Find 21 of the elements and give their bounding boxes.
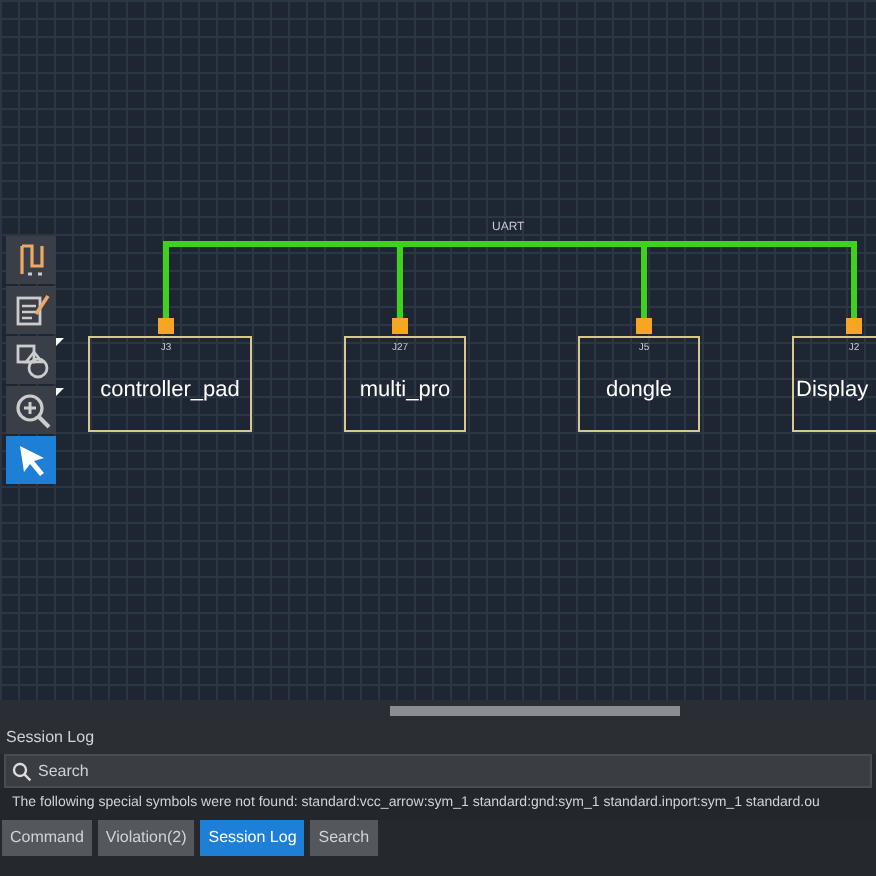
flyout-indicator-icon — [56, 388, 64, 396]
search-icon — [12, 762, 32, 782]
panel-tab[interactable]: Search — [310, 820, 378, 856]
pin-marker — [636, 318, 652, 334]
tool-button[interactable] — [6, 236, 56, 284]
component-name: dongle — [605, 376, 673, 406]
component-name: multi_pro — [359, 376, 451, 406]
scrollbar-thumb[interactable] — [390, 706, 680, 716]
pin-marker — [158, 318, 174, 334]
component-name: Display — [796, 376, 869, 406]
panel-title: Session Log — [0, 720, 876, 754]
panel-tab[interactable]: Session Log — [200, 820, 305, 856]
component-name: controller_pad — [100, 376, 240, 406]
panel-tab[interactable]: Violation(2) — [97, 820, 195, 856]
pin-marker — [392, 318, 408, 334]
pin-marker — [846, 318, 862, 334]
tool-button[interactable] — [6, 436, 56, 484]
flyout-indicator-icon — [56, 338, 64, 346]
panel-tab[interactable]: Command — [2, 820, 92, 856]
tool-button[interactable] — [6, 286, 56, 334]
search-field[interactable]: Search — [4, 754, 872, 788]
